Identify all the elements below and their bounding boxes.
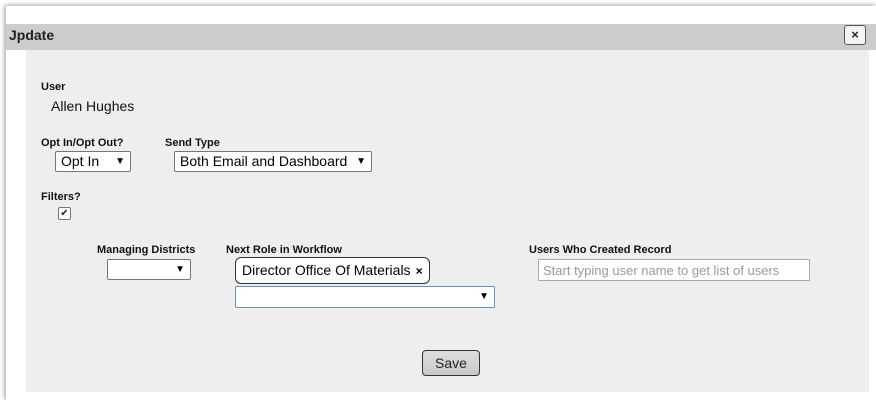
opt-in-out-label: Opt In/Opt Out?: [41, 137, 124, 149]
opt-in-out-value: Opt In: [61, 153, 100, 169]
chevron-down-icon: ▼: [115, 156, 125, 167]
close-icon[interactable]: ×: [844, 25, 866, 45]
dialog-title: Jpdate: [9, 27, 55, 43]
chevron-down-icon: ▼: [175, 264, 185, 275]
filters-label: Filters?: [41, 191, 81, 203]
send-type-value: Both Email and Dashboard: [180, 153, 348, 169]
dialog-titlebar: Jpdate ×: [6, 24, 876, 50]
user-label: User: [41, 81, 66, 93]
next-role-label: Next Role in Workflow: [226, 244, 342, 256]
chevron-down-icon: ▼: [356, 156, 366, 167]
filters-checkbox[interactable]: ✔: [58, 207, 71, 220]
update-dialog: Jpdate × User Allen Hughes Opt In/Opt Ou…: [6, 6, 876, 400]
send-type-select[interactable]: Both Email and Dashboard ▼: [174, 151, 372, 172]
managing-districts-label: Managing Districts: [97, 244, 196, 256]
dialog-content: User Allen Hughes Opt In/Opt Out? Opt In…: [26, 50, 869, 392]
next-role-select[interactable]: ▼: [235, 286, 495, 308]
next-role-chip: Director Office Of Materials ×: [235, 257, 430, 284]
send-type-label: Send Type: [165, 137, 220, 149]
users-created-input[interactable]: [538, 259, 810, 281]
save-button[interactable]: Save: [422, 350, 480, 376]
chevron-down-icon: ▼: [479, 291, 489, 302]
managing-districts-select[interactable]: ▼: [107, 259, 191, 280]
users-created-label: Users Who Created Record: [529, 244, 672, 256]
user-value: Allen Hughes: [51, 98, 135, 114]
remove-chip-icon[interactable]: ×: [416, 264, 423, 278]
opt-in-out-select[interactable]: Opt In ▼: [55, 151, 131, 172]
next-role-chip-label: Director Office Of Materials: [242, 262, 411, 278]
